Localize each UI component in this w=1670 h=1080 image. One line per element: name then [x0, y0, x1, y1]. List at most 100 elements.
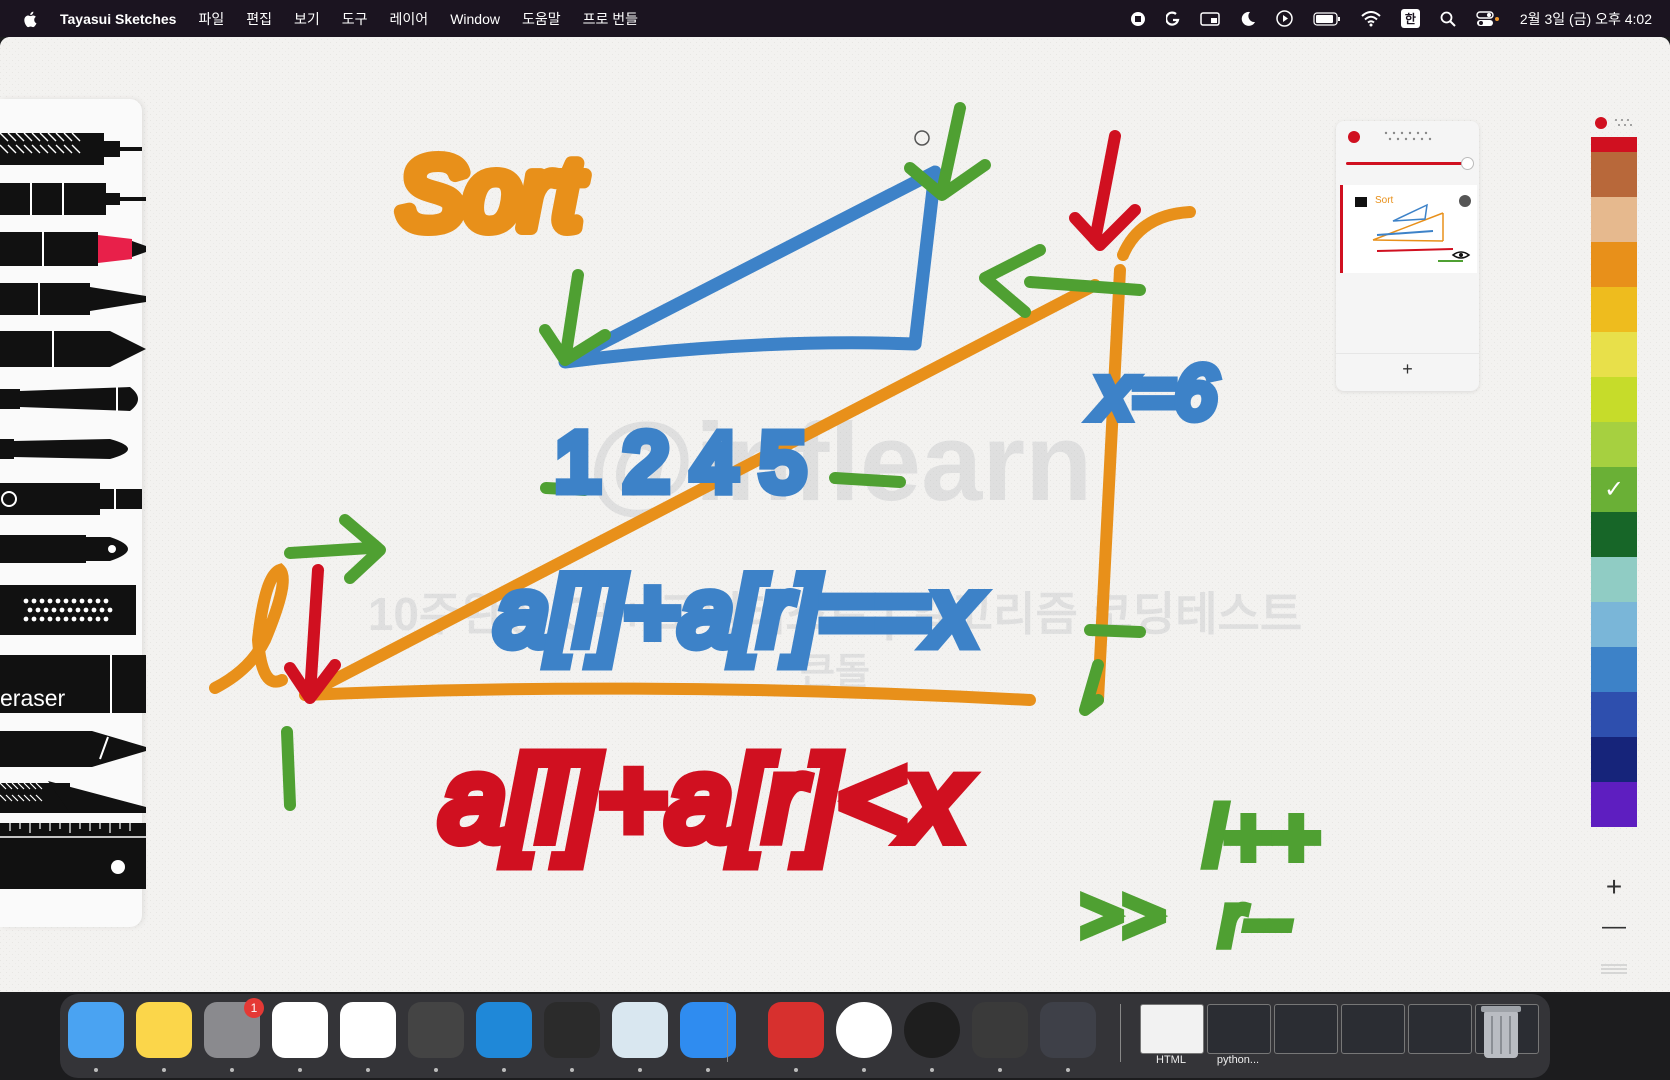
wifi-icon[interactable] [1361, 10, 1381, 27]
l-increment: l++ [1205, 792, 1319, 883]
window-manager-icon[interactable] [1200, 11, 1220, 27]
menu-clock[interactable]: 2월 3일 (금) 오후 4:02 [1520, 9, 1652, 29]
menu-pro-bundle[interactable]: 프로 번들 [583, 9, 638, 29]
menu-file[interactable]: 파일 [198, 9, 224, 29]
marker-tool-selected[interactable] [0, 229, 146, 269]
spotlight-search-icon[interactable] [1440, 11, 1456, 27]
dock-document-0[interactable] [1140, 1004, 1204, 1054]
dock-document-3[interactable] [1341, 1004, 1405, 1054]
svg-text:Sort: Sort [1375, 195, 1394, 206]
dock-app-system-settings[interactable]: 1 [204, 998, 264, 1058]
record-stop-icon[interactable] [1130, 11, 1146, 27]
menu-help[interactable]: 도움말 [522, 9, 561, 29]
color-swatch-13[interactable] [1591, 692, 1637, 737]
dock-running-indicator [298, 1068, 302, 1072]
eraser-label: eraser [0, 685, 66, 711]
dock-running-indicator [998, 1068, 1002, 1072]
brush-pen-tool[interactable] [0, 279, 146, 319]
nums-top: 1 2 4 5 [555, 417, 806, 508]
add-layer-button[interactable]: + [1336, 353, 1479, 384]
trash-icon[interactable] [1478, 1002, 1524, 1060]
color-swatch-1[interactable] [1591, 152, 1637, 197]
dock-document-label: HTML [1156, 1054, 1186, 1066]
tool-palette: eraser [0, 99, 146, 927]
dock-running-indicator [1066, 1068, 1070, 1072]
dock-app-chrome[interactable] [272, 1002, 328, 1058]
palette-grip-icon[interactable] [1601, 963, 1627, 975]
fountain-pen-tool[interactable] [0, 529, 146, 569]
color-swatch-11[interactable] [1591, 602, 1637, 647]
dock-app-vs-code[interactable] [476, 1002, 532, 1058]
smudge-tool[interactable] [0, 777, 146, 817]
palette-texture-icon[interactable] [1613, 117, 1635, 129]
input-method-indicator[interactable]: 한 [1400, 9, 1420, 28]
dock-document-4[interactable] [1408, 1004, 1472, 1054]
round-brush-tool[interactable] [0, 429, 146, 469]
color-swatch-12[interactable] [1591, 647, 1637, 692]
dock-document-2[interactable] [1274, 1004, 1338, 1054]
layers-panel: Sort + [1336, 121, 1479, 391]
chisel-tool[interactable] [0, 329, 146, 369]
battery-icon[interactable] [1313, 11, 1341, 26]
color-swatch-2[interactable] [1591, 197, 1637, 242]
eraser-tool[interactable]: eraser [0, 655, 146, 713]
layer-thumbnail[interactable]: Sort [1340, 185, 1477, 273]
color-swatch-15[interactable] [1591, 782, 1637, 827]
palette-color-dot[interactable] [1595, 117, 1607, 129]
color-swatch-7[interactable] [1591, 422, 1637, 467]
zoom-out-button[interactable]: — [1591, 913, 1637, 941]
layer-color-dot[interactable] [1348, 131, 1360, 143]
color-palette: ✓ + — [1591, 117, 1637, 974]
color-swatch-selected[interactable]: ✓ [1591, 467, 1637, 512]
dock-app-acrobat[interactable] [768, 1002, 824, 1058]
dock-running-indicator [230, 1068, 234, 1072]
color-swatch-5[interactable] [1591, 332, 1637, 377]
media-play-icon[interactable] [1276, 10, 1293, 27]
cutter-tool[interactable] [0, 729, 146, 769]
menu-view[interactable]: 보기 [294, 9, 320, 29]
layer-thumbnail-preview: Sort [1355, 195, 1471, 262]
focus-moon-icon[interactable] [1240, 11, 1256, 27]
dock-app-terminal[interactable] [544, 1002, 600, 1058]
color-swatch-14[interactable] [1591, 737, 1637, 782]
color-swatch-0[interactable] [1591, 137, 1637, 152]
dock-app-whale[interactable] [836, 1002, 892, 1058]
dock-separator [1120, 1004, 1121, 1062]
dock-document-1[interactable] [1207, 1004, 1271, 1054]
airbrush-tool[interactable] [0, 479, 146, 519]
layer-texture-icon[interactable] [1382, 129, 1434, 145]
dock-running-indicator [502, 1068, 506, 1072]
dock-app-quicktime[interactable] [1040, 1002, 1096, 1058]
dock-app-preview[interactable] [612, 1002, 668, 1058]
color-swatch-10[interactable] [1591, 557, 1637, 602]
pencil-tool[interactable] [0, 129, 146, 169]
zoom-in-button[interactable]: + [1591, 871, 1637, 903]
color-swatch-3[interactable] [1591, 242, 1637, 287]
menu-layer[interactable]: 레이어 [390, 9, 429, 29]
dock-app-notes[interactable] [136, 1002, 192, 1058]
ruler-tool[interactable] [0, 823, 146, 889]
dock-separator [727, 1004, 728, 1062]
menu-app-name[interactable]: Tayasui Sketches [60, 11, 176, 27]
color-swatch-6[interactable] [1591, 377, 1637, 422]
paint-brush-tool[interactable] [0, 379, 146, 419]
layer-opacity-slider[interactable] [1346, 157, 1474, 170]
dock-app-finder[interactable] [68, 1002, 124, 1058]
dock-app-zoom[interactable] [904, 1002, 960, 1058]
dock-app-final-cut-pro[interactable] [972, 1002, 1028, 1058]
dock-app-tayasui-sketches[interactable] [340, 1002, 396, 1058]
menu-bar: Tayasui Sketches 파일 편집 보기 도구 레이어 Window … [0, 0, 1670, 37]
control-center-icon[interactable] [1476, 10, 1500, 27]
color-swatch-9[interactable] [1591, 512, 1637, 557]
texture-tool[interactable] [0, 583, 146, 637]
menu-edit[interactable]: 편집 [246, 9, 272, 29]
menu-window[interactable]: Window [450, 11, 500, 27]
apple-icon[interactable] [22, 10, 40, 28]
menu-tools[interactable]: 도구 [342, 9, 368, 29]
layer-opacity-knob[interactable] [1461, 157, 1474, 170]
dock-document-label: python... [1216, 1054, 1260, 1066]
dock-app-calculator[interactable] [408, 1002, 464, 1058]
logi-icon[interactable] [1165, 11, 1180, 27]
color-swatch-4[interactable] [1591, 287, 1637, 332]
technical-pen-tool[interactable] [0, 179, 146, 219]
